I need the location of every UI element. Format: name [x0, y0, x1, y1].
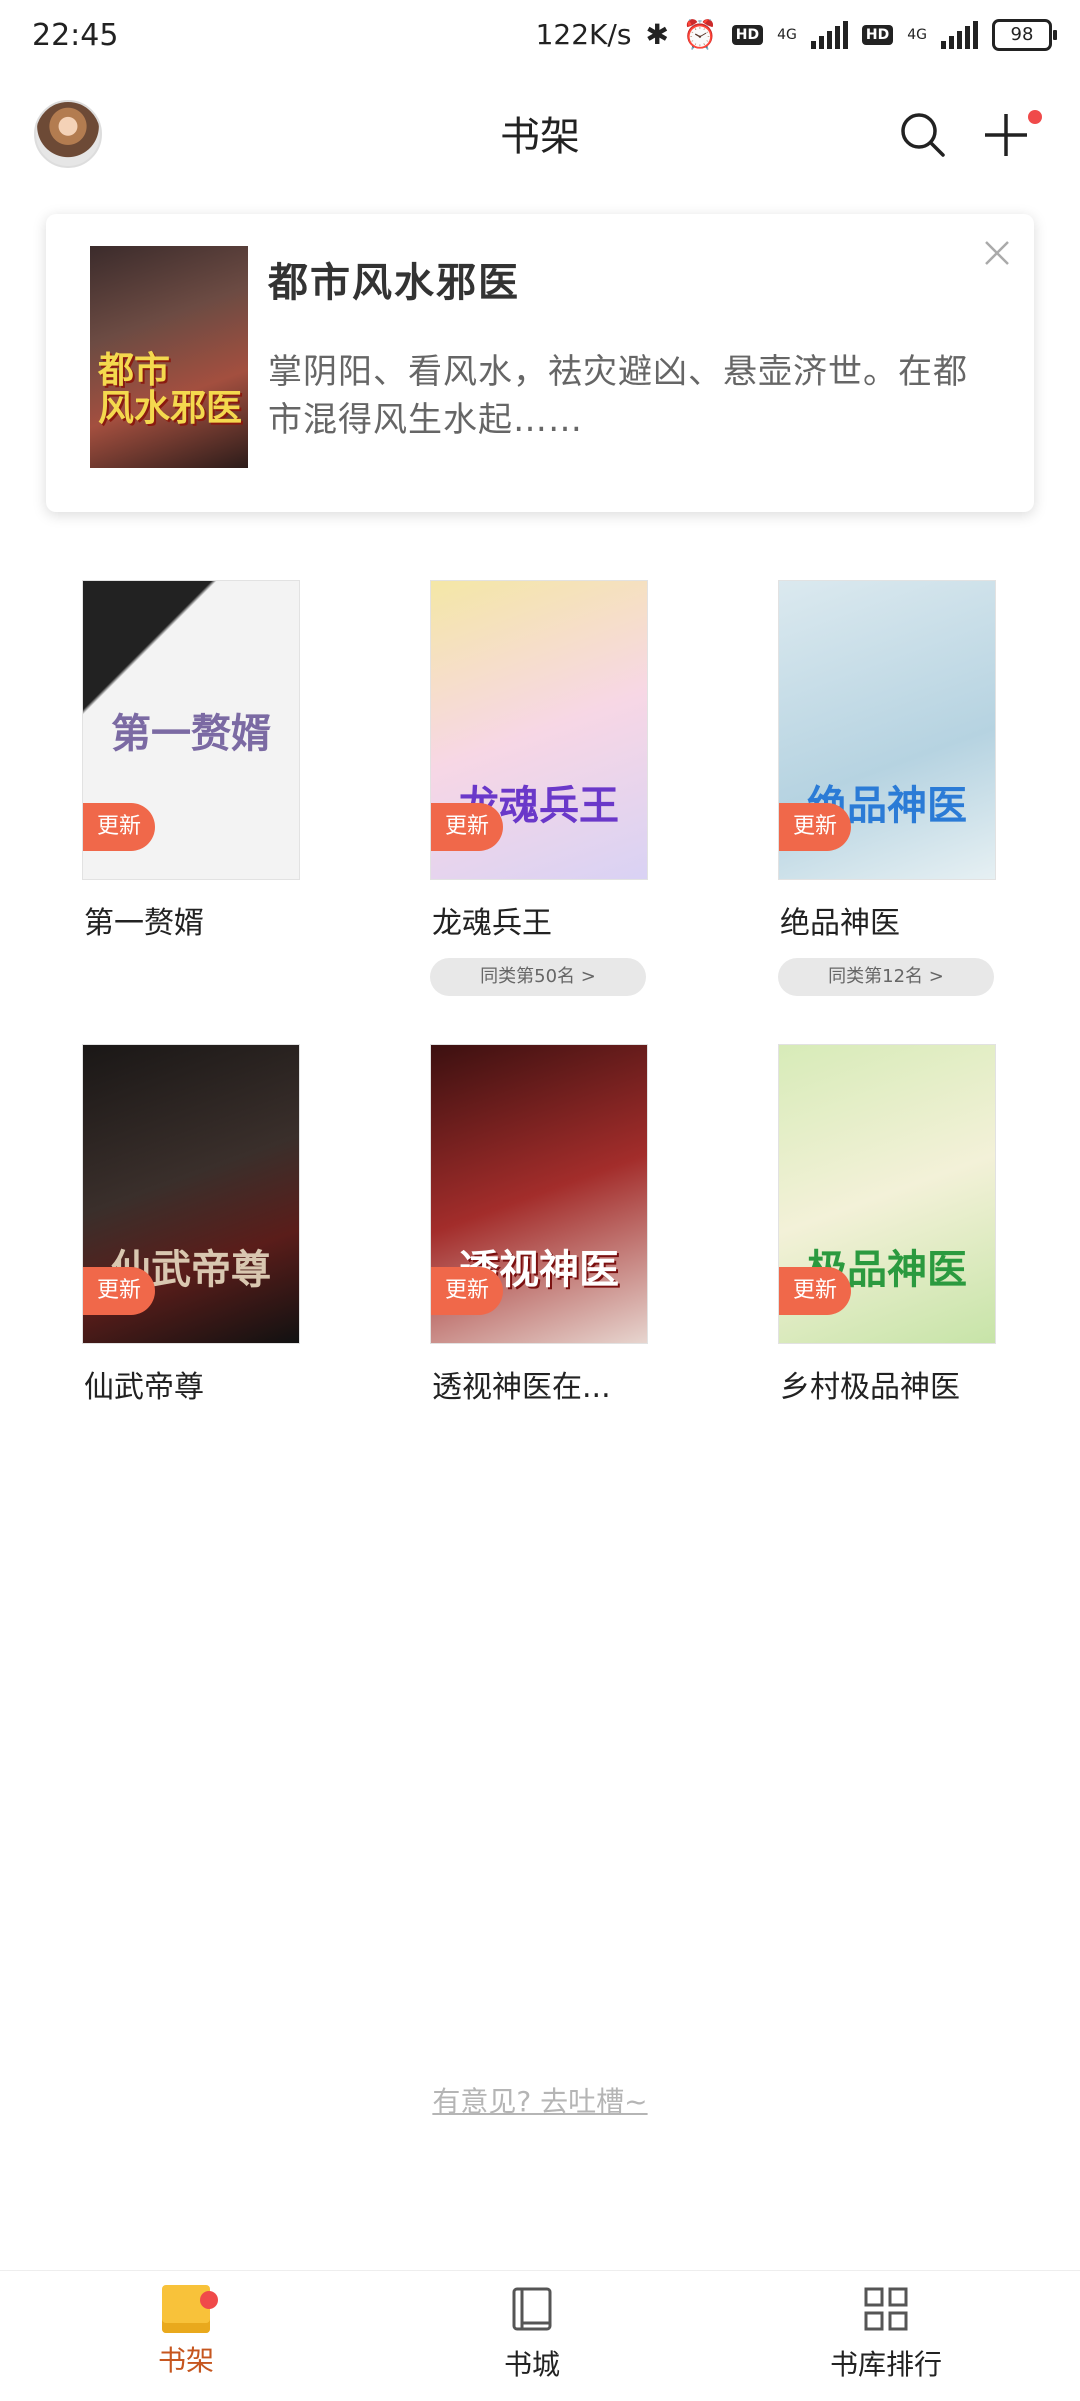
update-badge: 更新: [83, 803, 156, 851]
update-badge: 更新: [779, 803, 852, 851]
nav-notification-dot: [200, 2291, 218, 2309]
book-cover[interactable]: 龙魂兵王 更新: [430, 580, 648, 880]
book-title: 龙魂兵王: [432, 906, 552, 941]
book-cover[interactable]: 仙武帝尊 更新: [82, 1044, 300, 1344]
hd-icon: HD: [731, 24, 764, 45]
app-header: 书架: [0, 90, 1080, 180]
book-cover-text: 第一赘婿: [111, 711, 271, 757]
book-cover[interactable]: 透视神医 更新: [430, 1044, 648, 1344]
promo-card[interactable]: 都市 风水邪医 都市风水邪医 掌阴阳、看风水，祛灾避凶、悬壶济世。在都市混得风生…: [46, 214, 1034, 512]
book-title: 乡村极品神医: [780, 1370, 960, 1405]
book-title: 第一赘婿: [84, 906, 204, 941]
nav-label-store: 书城: [503, 2348, 560, 2381]
network-label-1: 4G: [777, 26, 797, 43]
alarm-icon: ⏰: [682, 18, 718, 51]
bluetooth-icon: ✱: [645, 18, 669, 51]
network-label-2: 4G: [907, 26, 927, 43]
close-icon[interactable]: [982, 238, 1012, 268]
promo-cover-title: 都市 风水邪医: [98, 350, 243, 430]
book-cover[interactable]: 绝品神医 更新: [778, 580, 996, 880]
book-title: 绝品神医: [780, 906, 900, 941]
search-icon[interactable]: [898, 110, 946, 158]
hd-icon-2: HD: [861, 24, 894, 45]
nav-item-shelf[interactable]: 书架: [86, 2285, 286, 2379]
update-badge: 更新: [779, 1267, 852, 1315]
nav-label-shelf: 书架: [157, 2344, 214, 2377]
status-time: 22:45: [32, 18, 119, 53]
book-title: 仙武帝尊: [84, 1370, 204, 1405]
promo-description: 掌阴阳、看风水，祛灾避凶、悬壶济世。在都市混得风生水起……: [268, 352, 968, 440]
update-badge: 更新: [431, 1267, 504, 1315]
book-icon: [512, 2287, 552, 2331]
rank-pill[interactable]: 同类第12名 >: [778, 958, 994, 996]
update-badge: 更新: [431, 803, 504, 851]
grid-icon: [864, 2287, 908, 2331]
book-title: 透视神医在...: [432, 1370, 611, 1405]
promo-cover[interactable]: 都市 风水邪医: [90, 246, 248, 468]
promo-title: 都市风水邪医: [268, 260, 520, 306]
add-icon[interactable]: [980, 108, 1032, 160]
book-cover[interactable]: 第一赘婿 更新: [82, 580, 300, 880]
nav-item-rank[interactable]: 书库排行: [786, 2285, 986, 2383]
signal-icon: [810, 20, 848, 49]
notification-dot: [1028, 110, 1042, 124]
book-cover[interactable]: 极品神医 更新: [778, 1044, 996, 1344]
rank-pill[interactable]: 同类第50名 >: [430, 958, 646, 996]
signal-icon-2: [941, 20, 978, 49]
net-speed: 122K/s: [535, 18, 632, 51]
status-bar: 22:45 122K/s ✱ ⏰ HD 4G HD 4G 98: [0, 0, 1080, 80]
nav-item-store[interactable]: 书城: [432, 2285, 632, 2383]
update-badge: 更新: [83, 1267, 156, 1315]
feedback-link[interactable]: 有意见? 去吐槽~: [0, 2080, 1080, 2120]
status-icons: 122K/s ✱ ⏰ HD 4G HD 4G 98: [535, 18, 1057, 51]
nav-label-rank: 书库排行: [829, 2348, 942, 2381]
bottom-nav: 书架 书城 书库排行: [0, 2270, 1080, 2401]
battery-icon: 98: [992, 18, 1057, 51]
